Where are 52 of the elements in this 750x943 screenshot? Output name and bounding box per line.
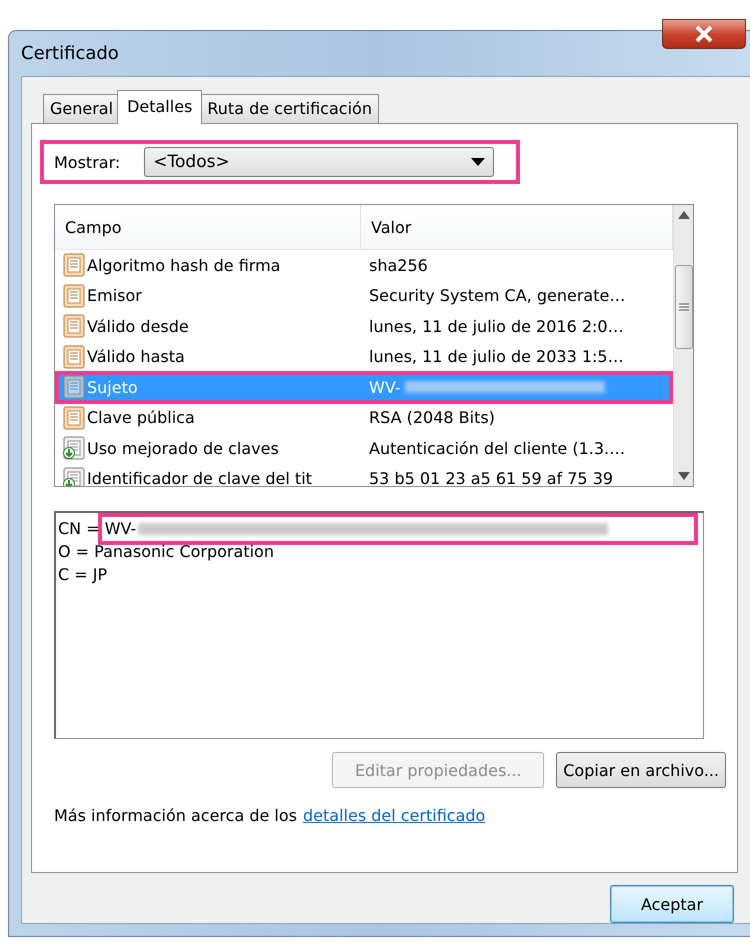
field-value: sha256	[369, 256, 428, 275]
info-text: Más información acerca de los	[54, 806, 297, 825]
field-name: Clave pública	[87, 408, 195, 428]
certificate-details-link[interactable]: detalles del certificado	[303, 806, 486, 825]
detail-text-box[interactable]: CN = WV- O = Panasonic Corporation C = JP	[54, 511, 704, 739]
field-name: Sujeto	[87, 378, 138, 397]
field-value: 53 b5 01 23 a5 61 59 af 75 39	[369, 469, 614, 486]
list-row[interactable]: Emisor Security System CA, generate…	[55, 280, 673, 311]
document-download-icon	[63, 436, 85, 460]
document-icon	[63, 253, 85, 278]
field-value: lunes, 11 de julio de 2033 1:5…	[369, 347, 624, 366]
accept-button[interactable]: Aceptar	[610, 885, 734, 923]
close-button[interactable]	[662, 19, 746, 49]
scrollbar[interactable]	[673, 205, 693, 486]
list-row[interactable]: Válido desde lunes, 11 de julio de 2016 2:0…	[55, 311, 673, 342]
scroll-up-icon[interactable]	[678, 211, 690, 219]
detail-line: O = Panasonic Corporation	[58, 541, 274, 563]
show-label: Mostrar:	[54, 152, 120, 172]
scroll-thumb[interactable]	[674, 265, 692, 349]
detail-line: CN = WV-	[58, 518, 136, 540]
tab[interactable]: Ruta de certificación	[200, 94, 379, 123]
document-icon	[63, 314, 85, 338]
scroll-down-icon[interactable]	[678, 472, 690, 480]
document-icon	[63, 344, 85, 369]
field-name: Válido desde	[87, 316, 189, 336]
window-title: Certificado	[21, 43, 119, 64]
field-value: RSA (2048 Bits)	[369, 408, 495, 428]
column-header[interactable]: Campo	[55, 205, 361, 249]
field-value: lunes, 11 de julio de 2016 2:0…	[369, 316, 624, 336]
list-row[interactable]: Clave pública RSA (2048 Bits)	[55, 402, 673, 433]
list-row[interactable]: Identificador de clave del tit 53 b5 01 23 a5 61 59 af 75 39	[55, 464, 673, 486]
document-icon	[63, 375, 85, 400]
field-name: Válido hasta	[87, 347, 185, 366]
detail-line: C = JP	[58, 564, 108, 586]
tab[interactable]: Detalles	[117, 90, 202, 124]
document-icon	[63, 406, 85, 430]
field-name: Uso mejorado de claves	[87, 438, 279, 458]
document-icon	[63, 284, 85, 308]
list-row[interactable]: Válido hasta lunes, 11 de julio de 2033 1:5…	[55, 342, 673, 372]
field-value: WV-	[369, 378, 401, 397]
field-value: Autenticación del cliente (1.3.…	[369, 438, 626, 458]
field-name: Algoritmo hash de firma	[87, 256, 280, 275]
copy-to-file-button[interactable]: Copiar en archivo...	[556, 752, 726, 788]
close-icon	[693, 25, 715, 43]
list-row[interactable]: Algoritmo hash de firma sha256	[55, 250, 673, 280]
show-dropdown[interactable]: <Todos>	[144, 147, 494, 177]
grip-icon	[678, 303, 688, 311]
list-row[interactable]: Uso mejorado de claves Autenticación del cliente (1.3.…	[55, 433, 673, 464]
field-value: Security System CA, generate…	[369, 286, 626, 306]
dropdown-arrow-icon	[471, 158, 486, 166]
field-name: Identificador de clave del tit	[87, 469, 312, 486]
field-name: Emisor	[87, 286, 142, 306]
